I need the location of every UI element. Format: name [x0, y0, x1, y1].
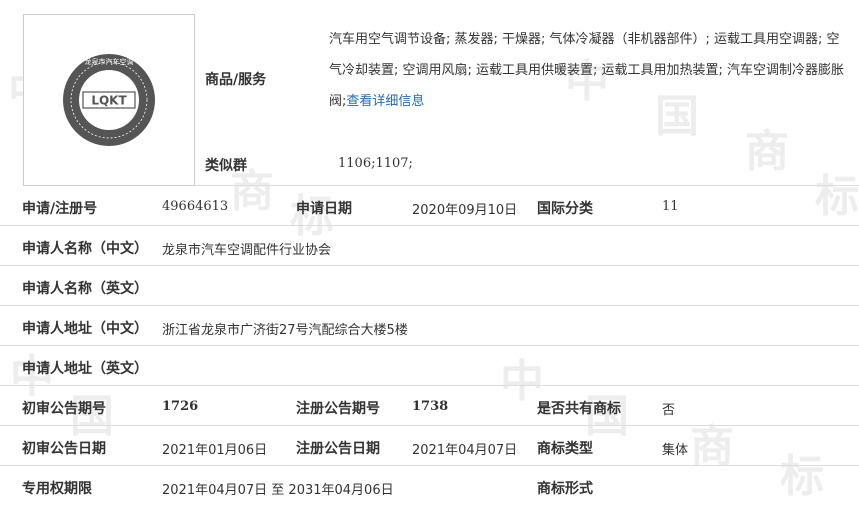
intl-class-label: 国际分类	[537, 201, 593, 217]
address-en-label: 申请人地址（英文）	[22, 361, 148, 377]
tm-form-label: 商标形式	[537, 481, 593, 497]
tm-type-label: 商标类型	[537, 441, 593, 457]
table-row: 初审公告日期 2021年01月06日 注册公告日期 2021年04月07日 商标…	[0, 425, 859, 466]
table-row: 申请/注册号 49664613 申请日期 2020年09月10日 国际分类 11	[0, 185, 859, 226]
prelim-issue-label: 初审公告期号	[22, 401, 106, 417]
reg-issue-value: 1738	[412, 399, 449, 414]
similar-group-label: 类似群	[205, 158, 247, 174]
reg-number-value: 49664613	[162, 199, 229, 214]
logo-text: LQKT	[91, 94, 127, 108]
table-row: 初审公告期号 1726 注册公告期号 1738 是否共有商标 否	[0, 385, 859, 426]
similar-group-value: 1106;1107;	[338, 156, 413, 171]
exclusive-label: 专用权期限	[22, 481, 92, 497]
app-date-value: 2020年09月10日	[412, 203, 518, 218]
applicant-cn-label: 申请人名称（中文）	[22, 241, 148, 257]
reg-date-label: 注册公告日期	[296, 441, 380, 457]
table-row: 专用权期限 2021年04月07日 至 2031年04月06日 商标形式	[0, 465, 859, 505]
applicant-cn-value: 龙泉市汽车空调配件行业协会	[162, 243, 332, 258]
similar-group-row: 类似群 1106;1107;	[195, 140, 859, 186]
reg-number-label: 申请/注册号	[22, 201, 98, 217]
address-cn-label: 申请人地址（中文）	[22, 321, 148, 337]
table-row: 申请人名称（英文）	[0, 265, 859, 306]
shared-label: 是否共有商标	[537, 401, 621, 417]
table-row: 申请人地址（英文）	[0, 345, 859, 386]
tm-type-value: 集体	[662, 443, 689, 458]
lqkt-logo-icon: LQKT 龙泉市汽车空调	[63, 54, 155, 146]
view-details-link[interactable]: 查看详细信息	[346, 94, 424, 109]
goods-text-block: 汽车用空气调节设备; 蒸发器; 干燥器; 气体冷凝器（非机器部件）; 运载工具用…	[329, 24, 849, 117]
logo-ring-text: 龙泉市汽车空调	[85, 57, 134, 66]
reg-issue-label: 注册公告期号	[296, 401, 380, 417]
address-cn-value: 浙江省龙泉市广济街27号汽配综合大楼5楼	[162, 323, 408, 338]
prelim-date-value: 2021年01月06日	[162, 443, 268, 458]
trademark-image[interactable]: LQKT 龙泉市汽车空调	[23, 14, 195, 186]
applicant-en-label: 申请人名称（英文）	[22, 281, 148, 297]
table-row: 申请人名称（中文） 龙泉市汽车空调配件行业协会	[0, 225, 859, 266]
intl-class-value: 11	[662, 199, 679, 214]
prelim-issue-value: 1726	[162, 399, 199, 414]
shared-value: 否	[662, 403, 676, 418]
app-date-label: 申请日期	[296, 201, 352, 217]
reg-date-value: 2021年04月07日	[412, 443, 518, 458]
prelim-date-label: 初审公告日期	[22, 441, 106, 457]
goods-label: 商品/服务	[205, 72, 267, 88]
table-row: 申请人地址（中文） 浙江省龙泉市广济街27号汽配综合大楼5楼	[0, 305, 859, 346]
exclusive-value: 2021年04月07日 至 2031年04月06日	[162, 483, 394, 498]
